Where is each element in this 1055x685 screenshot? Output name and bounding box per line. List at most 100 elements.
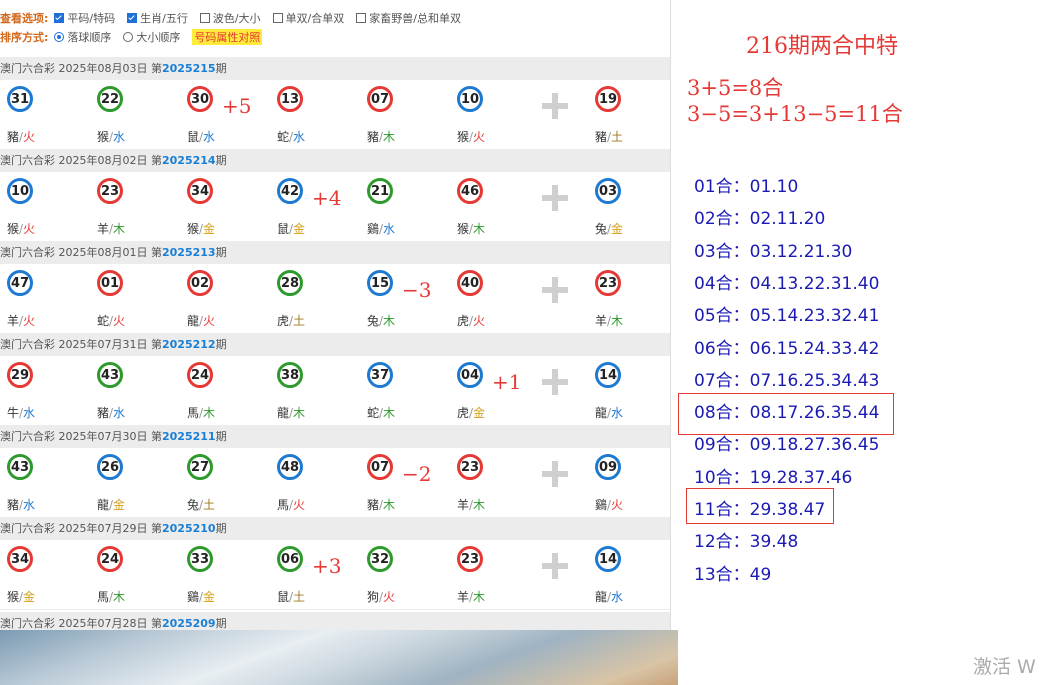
ball-cell: 38 龍/木 bbox=[271, 356, 331, 425]
zodiac-label: 猴 bbox=[6, 590, 19, 604]
draw-number[interactable]: 2025214 bbox=[162, 154, 216, 167]
element-label: 金 bbox=[203, 222, 216, 236]
lottery-ball: 23 bbox=[595, 270, 621, 296]
draw-results-panel: 查看选项: 平码/特码 生肖/五行 波色/大小 单双/合单双 家畜野兽/总和单双 排序方… bbox=[0, 0, 671, 630]
lottery-ball: 13 bbox=[277, 86, 303, 112]
ball-cell: 02 龍/火 bbox=[181, 264, 241, 333]
ball-cell: 23 羊/木 bbox=[91, 172, 151, 241]
zodiac-label: 猴 bbox=[96, 130, 109, 144]
view-option-0[interactable]: 平码/特码 bbox=[54, 10, 115, 26]
view-option-4[interactable]: 家畜野兽/总和单双 bbox=[356, 10, 461, 26]
draw-suffix: 期 bbox=[215, 246, 227, 259]
draw-title: 澳门六合彩 2025年08月03日 第 bbox=[0, 62, 162, 75]
ball-attribute: 兔/土 bbox=[181, 496, 221, 513]
lottery-ball: 42 bbox=[277, 178, 303, 204]
view-option-1[interactable]: 生肖/五行 bbox=[127, 10, 188, 26]
zodiac-label: 豬 bbox=[6, 498, 19, 512]
ball-attribute: 猴/火 bbox=[451, 128, 491, 145]
ball-cell: 34 猴/金 bbox=[181, 172, 241, 241]
draw-number[interactable]: 2025215 bbox=[162, 62, 216, 75]
draw-block: 澳门六合彩 2025年07月31日 第2025212期 29 牛/水 43 豬/水 24 馬… bbox=[0, 333, 670, 426]
ball-attribute: 羊/木 bbox=[91, 220, 131, 237]
zodiac-label: 狗 bbox=[366, 590, 379, 604]
checkbox-icon[interactable] bbox=[199, 13, 210, 23]
draw-title: 澳门六合彩 2025年08月02日 第 bbox=[0, 154, 162, 167]
draw-suffix: 期 bbox=[215, 62, 227, 75]
ball-cell: 23 羊/木 bbox=[451, 448, 511, 517]
element-label: 木 bbox=[611, 314, 624, 328]
view-option-label: 生肖/五行 bbox=[140, 12, 188, 25]
ball-attribute: 馬/木 bbox=[91, 588, 131, 605]
zodiac-label: 蛇 bbox=[366, 406, 379, 420]
element-label: 水 bbox=[23, 498, 36, 512]
lottery-ball: 43 bbox=[97, 362, 123, 388]
view-option-2[interactable]: 波色/大小 bbox=[199, 10, 261, 26]
ball-attribute: 羊/木 bbox=[589, 312, 629, 329]
draw-title: 澳门六合彩 2025年08月01日 第 bbox=[0, 246, 162, 259]
draw-number[interactable]: 2025209 bbox=[162, 617, 216, 630]
ball-attribute: 豬/土 bbox=[589, 128, 629, 145]
checkbox-icon[interactable] bbox=[127, 13, 138, 23]
draw-block: 澳门六合彩 2025年08月01日 第2025213期 47 羊/火 01 蛇/火 02 龍… bbox=[0, 241, 670, 334]
lottery-ball: 03 bbox=[595, 178, 621, 204]
element-label: 火 bbox=[23, 222, 36, 236]
ball-cell: 27 兔/土 bbox=[181, 448, 241, 517]
zodiac-label: 鼠 bbox=[276, 590, 289, 604]
ball-cell: 23 羊/木 bbox=[451, 540, 511, 609]
element-label: 土 bbox=[293, 590, 306, 604]
element-label: 水 bbox=[203, 130, 216, 144]
lottery-ball: 21 bbox=[367, 178, 393, 204]
element-label: 木 bbox=[473, 590, 486, 604]
ball-attribute: 兔/木 bbox=[361, 312, 401, 329]
lottery-ball: 34 bbox=[187, 178, 213, 204]
ball-attribute: 龍/水 bbox=[589, 404, 629, 421]
zodiac-label: 蛇 bbox=[96, 314, 109, 328]
zodiac-label: 猴 bbox=[6, 222, 19, 236]
draw-suffix: 期 bbox=[215, 617, 227, 630]
draw-number[interactable]: 2025213 bbox=[162, 246, 216, 259]
radio-icon[interactable] bbox=[123, 32, 134, 42]
lottery-ball: 32 bbox=[367, 546, 393, 572]
view-option-3[interactable]: 单双/合单双 bbox=[272, 10, 344, 26]
attr-compare-button[interactable]: 号码属性对照 bbox=[192, 29, 263, 45]
element-label: 木 bbox=[203, 406, 216, 420]
ball-cell: 19 豬/土 bbox=[589, 80, 649, 149]
he-combo-item: 03合：03.12.21.30 bbox=[694, 241, 853, 262]
balls-row: 47 羊/火 01 蛇/火 02 龍/火 28 虎/土 15 兔/木 40 虎/火 23 羊/木 −3 bbox=[0, 264, 670, 334]
he-combo-item: 13合：49 bbox=[694, 564, 772, 585]
lottery-ball: 10 bbox=[7, 178, 33, 204]
ball-attribute: 豬/水 bbox=[1, 496, 41, 513]
ball-cell: 37 蛇/木 bbox=[361, 356, 421, 425]
sort-option-0[interactable]: 落球顺序 bbox=[54, 29, 111, 45]
zodiac-label: 馬 bbox=[96, 590, 109, 604]
ball-attribute: 豬/木 bbox=[361, 496, 401, 513]
draw-number[interactable]: 2025211 bbox=[162, 430, 216, 443]
lottery-ball: 47 bbox=[7, 270, 33, 296]
checkbox-icon[interactable] bbox=[272, 13, 283, 23]
ball-cell: 47 羊/火 bbox=[1, 264, 61, 333]
draw-number[interactable]: 2025212 bbox=[162, 338, 216, 351]
draw-number[interactable]: 2025210 bbox=[162, 522, 216, 535]
zodiac-label: 豬 bbox=[594, 130, 607, 144]
plus-icon bbox=[542, 461, 568, 487]
draw-block: 澳门六合彩 2025年08月02日 第2025214期 10 猴/火 23 羊/木 34 猴… bbox=[0, 149, 670, 242]
sort-option-1[interactable]: 大小顺序 bbox=[123, 29, 180, 45]
lottery-ball: 23 bbox=[457, 454, 483, 480]
checkbox-icon[interactable] bbox=[356, 13, 367, 23]
zodiac-label: 虎 bbox=[456, 314, 469, 328]
ball-attribute: 鷄/金 bbox=[181, 588, 221, 605]
ball-cell: 24 馬/木 bbox=[181, 356, 241, 425]
element-label: 火 bbox=[293, 498, 306, 512]
checkbox-icon[interactable] bbox=[54, 13, 65, 23]
annotation-mark: −2 bbox=[402, 462, 432, 486]
element-label: 木 bbox=[113, 590, 126, 604]
view-options-label: 查看选项: bbox=[0, 12, 49, 25]
ball-attribute: 龍/金 bbox=[91, 496, 131, 513]
ball-attribute: 狗/火 bbox=[361, 588, 401, 605]
radio-icon[interactable] bbox=[54, 32, 65, 42]
lottery-ball: 31 bbox=[7, 86, 33, 112]
lottery-ball: 24 bbox=[97, 546, 123, 572]
zodiac-label: 羊 bbox=[594, 314, 607, 328]
zodiac-label: 馬 bbox=[276, 498, 289, 512]
ball-cell: 14 龍/水 bbox=[589, 540, 649, 609]
